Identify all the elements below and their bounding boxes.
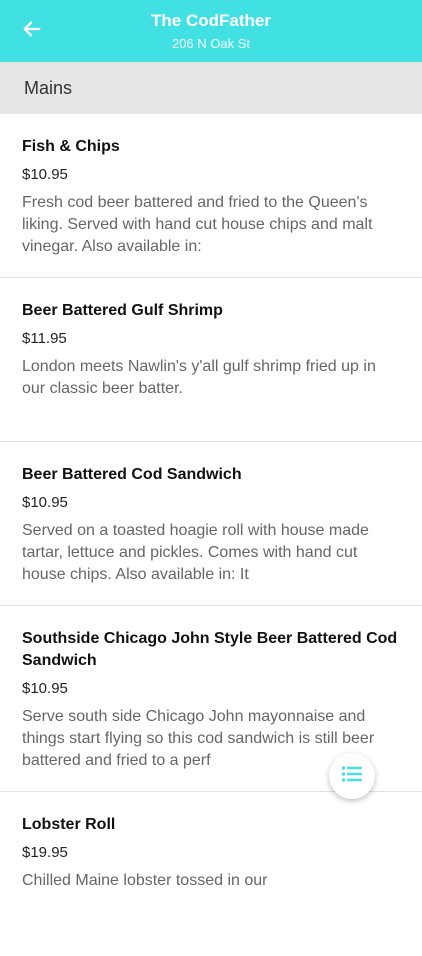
menu-item[interactable]: Lobster Roll $19.95 Chilled Maine lobste… (0, 792, 422, 956)
menu-item[interactable]: Fish & Chips $10.95 Fresh cod beer batte… (0, 114, 422, 278)
restaurant-name: The CodFather (151, 11, 271, 30)
item-description: Chilled Maine lobster tossed in our (22, 872, 268, 889)
restaurant-address: 206 N Oak St (171, 36, 251, 51)
item-name: Fish & Chips (22, 138, 120, 155)
item-name: Southside Chicago John Style Beer Batter… (22, 630, 398, 669)
menu-list: Fish & Chips $10.95 Fresh cod beer batte… (0, 114, 422, 956)
item-description: London meets Nawlin's y'all gulf shrimp … (22, 358, 376, 397)
app-header: The CodFather 206 N Oak St (0, 0, 422, 62)
item-name: Beer Battered Gulf Shrimp (22, 302, 223, 319)
item-price: $11.95 (22, 330, 67, 347)
list-icon (341, 765, 363, 788)
item-name: Beer Battered Cod Sandwich (22, 466, 242, 483)
item-description: Fresh cod beer battered and fried to the… (22, 194, 373, 255)
menu-item[interactable]: Beer Battered Cod Sandwich $10.95 Served… (0, 442, 422, 606)
item-name: Lobster Roll (22, 816, 116, 833)
item-price: $19.95 (22, 844, 68, 861)
section-label: Mains (24, 77, 73, 98)
menu-categories-fab[interactable] (329, 753, 375, 799)
menu-item[interactable]: Beer Battered Gulf Shrimp $11.95 London … (0, 278, 422, 442)
section-header: Mains (0, 62, 422, 114)
item-description: Served on a toasted hoagie roll with hou… (22, 522, 369, 583)
item-price: $10.95 (22, 494, 68, 511)
item-price: $10.95 (22, 680, 68, 697)
item-price: $10.95 (22, 166, 68, 183)
